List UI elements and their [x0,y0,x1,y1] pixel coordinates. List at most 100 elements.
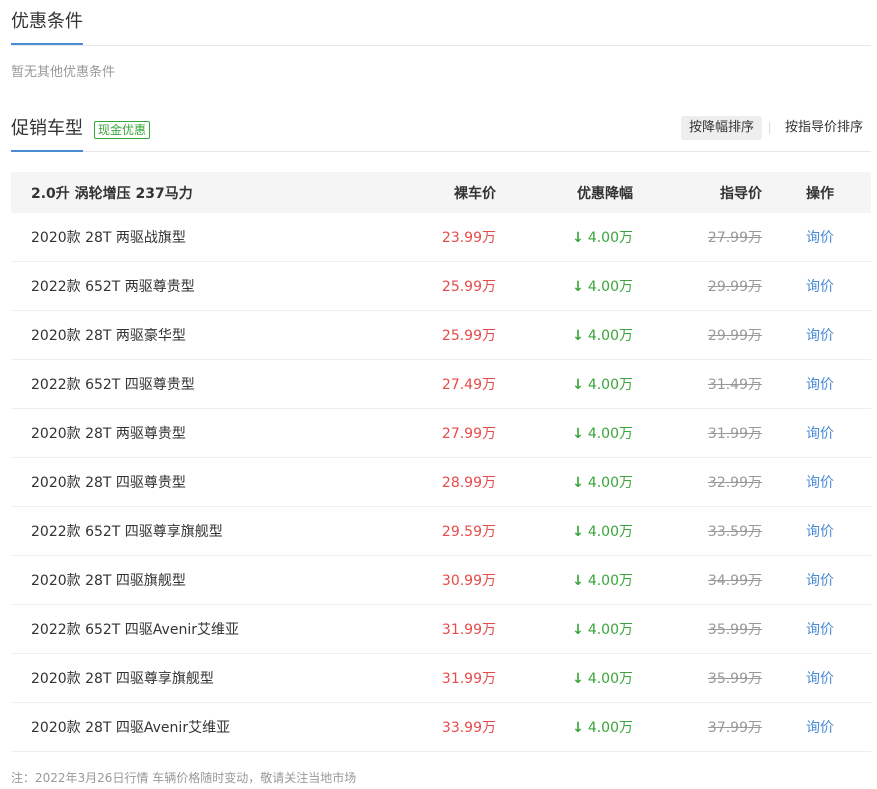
arrow-down-icon: ↓ [572,328,584,344]
arrow-down-icon: ↓ [572,622,584,638]
col-header-action: 操作 [806,185,834,202]
model-name: 2022款 652T 四驱尊享旗舰型 [31,524,223,540]
model-name: 2020款 28T 四驱旗舰型 [31,573,186,589]
table-row: 2022款 652T 四驱尊贵型 27.49万 ↓ 4.00万 31.49万 询价 [11,360,871,409]
table-body: 2020款 28T 两驱战旗型 23.99万 ↓ 4.00万 27.99万 询价 2022款… [11,213,871,752]
arrow-down-icon: ↓ [572,573,584,589]
guide-price: 31.49万 [707,377,762,393]
arrow-down-icon: ↓ [572,524,584,540]
discount-value: 4.00万 [587,230,633,246]
bare-price: 25.99万 [441,328,496,344]
model-name: 2020款 28T 两驱豪华型 [31,328,186,344]
model-name: 2022款 652T 四驱尊贵型 [31,377,195,393]
inquire-price-link[interactable]: 询价 [762,423,871,443]
table-row: 2022款 652T 四驱Avenir艾维亚 31.99万 ↓ 4.00万 35.99万… [11,605,871,654]
discount-amount: ↓ 4.00万 [496,423,633,443]
guide-price: 27.99万 [707,230,762,246]
bare-price: 28.99万 [441,475,496,491]
model-name: 2020款 28T 四驱Avenir艾维亚 [31,720,231,736]
bare-price: 33.99万 [441,720,496,736]
offer-section-title: 优惠条件 [11,10,83,45]
discount-value: 4.00万 [587,622,633,638]
table-row: 2020款 28T 两驱豪华型 25.99万 ↓ 4.00万 29.99万 询价 [11,311,871,360]
guide-price: 33.59万 [707,524,762,540]
table-row: 2022款 652T 四驱尊享旗舰型 29.59万 ↓ 4.00万 33.59万 询价 [11,507,871,556]
sort-by-guide-price-button[interactable]: 按指导价排序 [777,116,871,140]
guide-price: 34.99万 [707,573,762,589]
guide-price: 29.99万 [707,328,762,344]
discount-value: 4.00万 [587,524,633,540]
discount-value: 4.00万 [587,475,633,491]
discount-amount: ↓ 4.00万 [496,668,633,688]
sort-by-discount-button[interactable]: 按降幅排序 [680,116,762,140]
inquire-price-link[interactable]: 询价 [762,619,871,639]
inquire-price-link[interactable]: 询价 [762,276,871,296]
inquire-price-link[interactable]: 询价 [762,472,871,492]
arrow-down-icon: ↓ [572,671,584,687]
guide-price: 31.99万 [707,426,762,442]
model-name: 2020款 28T 两驱尊贵型 [31,426,186,442]
table-row: 2020款 28T 四驱旗舰型 30.99万 ↓ 4.00万 34.99万 询价 [11,556,871,605]
model-name: 2020款 28T 四驱尊享旗舰型 [31,671,214,687]
model-name: 2020款 28T 两驱战旗型 [31,230,186,246]
bare-price: 25.99万 [441,279,496,295]
arrow-down-icon: ↓ [572,377,584,393]
model-name: 2022款 652T 两驱尊贵型 [31,279,195,295]
inquire-price-link[interactable]: 询价 [762,717,871,737]
bare-price: 27.99万 [441,426,496,442]
inquire-price-link[interactable]: 询价 [762,374,871,394]
sort-bar: 按降幅排序 按指导价排序 [680,116,871,140]
arrow-down-icon: ↓ [572,720,584,736]
discount-value: 4.00万 [587,671,633,687]
cash-discount-tag: 现金优惠 [94,121,151,139]
discount-amount: ↓ 4.00万 [496,374,633,394]
discount-value: 4.00万 [587,573,633,589]
inquire-price-link[interactable]: 询价 [762,227,871,247]
col-header-discount: 优惠降幅 [577,185,633,202]
bare-price: 27.49万 [441,377,496,393]
arrow-down-icon: ↓ [572,426,584,442]
bare-price: 31.99万 [441,671,496,687]
offer-section-header: 优惠条件 [11,0,871,46]
col-header-price: 裸车价 [454,185,496,202]
arrow-down-icon: ↓ [572,230,584,246]
table-row: 2020款 28T 两驱战旗型 23.99万 ↓ 4.00万 27.99万 询价 [11,213,871,262]
bare-price: 23.99万 [441,230,496,246]
no-offer-text: 暂无其他优惠条件 [11,65,116,80]
promo-table: 2.0升 涡轮增压 237马力 裸车价 优惠降幅 指导价 操作 2020款 28… [11,172,871,752]
discount-value: 4.00万 [587,279,633,295]
arrow-down-icon: ↓ [572,279,584,295]
inquire-price-link[interactable]: 询价 [762,668,871,688]
guide-price: 32.99万 [707,475,762,491]
table-row: 2022款 652T 两驱尊贵型 25.99万 ↓ 4.00万 29.99万 询价 [11,262,871,311]
discount-amount: ↓ 4.00万 [496,325,633,345]
sort-divider [768,122,770,134]
guide-price: 37.99万 [707,720,762,736]
discount-value: 4.00万 [587,377,633,393]
discount-value: 4.00万 [587,328,633,344]
discount-amount: ↓ 4.00万 [496,472,633,492]
discount-value: 4.00万 [587,426,633,442]
arrow-down-icon: ↓ [572,475,584,491]
bare-price: 31.99万 [441,622,496,638]
promo-section-title: 促销车型 [11,117,83,152]
table-row: 2020款 28T 两驱尊贵型 27.99万 ↓ 4.00万 31.99万 询价 [11,409,871,458]
discount-amount: ↓ 4.00万 [496,227,633,247]
guide-price: 35.99万 [707,671,762,687]
inquire-price-link[interactable]: 询价 [762,570,871,590]
promo-section-header: 促销车型 现金优惠 按降幅排序 按指导价排序 [11,106,871,152]
footnote: 注：2022年3月26日行情 车辆价格随时变动，敬请关注当地市场 [11,771,357,785]
discount-amount: ↓ 4.00万 [496,521,633,541]
model-name: 2020款 28T 四驱尊贵型 [31,475,186,491]
discount-value: 4.00万 [587,720,633,736]
guide-price: 35.99万 [707,622,762,638]
bare-price: 29.59万 [441,524,496,540]
discount-amount: ↓ 4.00万 [496,619,633,639]
guide-price: 29.99万 [707,279,762,295]
inquire-price-link[interactable]: 询价 [762,521,871,541]
inquire-price-link[interactable]: 询价 [762,325,871,345]
discount-amount: ↓ 4.00万 [496,570,633,590]
table-row: 2020款 28T 四驱尊享旗舰型 31.99万 ↓ 4.00万 35.99万 询价 [11,654,871,703]
table-row: 2020款 28T 四驱Avenir艾维亚 33.99万 ↓ 4.00万 37.99万询… [11,703,871,752]
table-header: 2.0升 涡轮增压 237马力 裸车价 优惠降幅 指导价 操作 [11,172,871,213]
